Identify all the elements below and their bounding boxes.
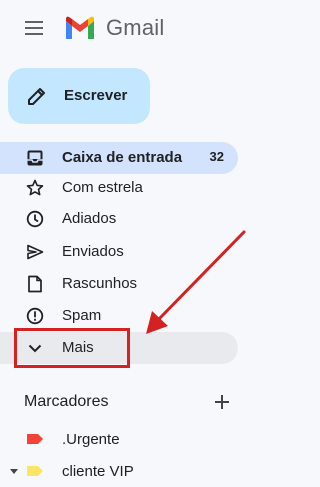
nav-item-snoozed[interactable]: Adiados — [0, 203, 238, 235]
nav-item-label: Caixa de entrada — [62, 149, 183, 166]
nav-item-sent[interactable]: Enviados — [0, 236, 238, 268]
add-label-icon[interactable] — [212, 392, 232, 412]
inbox-icon — [27, 150, 43, 166]
label-tag-icon — [27, 434, 43, 444]
nav-item-inbox[interactable]: Caixa de entrada 32 — [0, 142, 238, 174]
nav-item-label: Enviados — [62, 243, 124, 260]
label-tag-icon — [27, 466, 43, 476]
nav-item-starred[interactable]: Com estrela — [0, 172, 238, 204]
labels-heading: Marcadores — [24, 393, 109, 410]
compose-label: Escrever — [64, 87, 128, 104]
gmail-logo-icon[interactable] — [64, 15, 96, 41]
hamburger-menu-icon[interactable] — [24, 18, 44, 38]
send-icon — [27, 244, 44, 260]
nav-item-label: Com estrela — [62, 179, 143, 196]
label-item-label: cliente VIP — [62, 463, 134, 480]
draft-icon — [28, 275, 42, 293]
label-item-label: .Urgente — [62, 431, 120, 448]
nav-item-label: Adiados — [62, 210, 117, 227]
label-tag-shape — [27, 434, 43, 444]
label-item-urgente[interactable]: .Urgente — [0, 425, 238, 455]
spam-icon — [26, 307, 44, 325]
unread-count-badge: 32 — [209, 149, 224, 164]
nav-item-spam[interactable]: Spam — [0, 300, 238, 332]
clock-icon — [26, 210, 44, 228]
pencil-icon — [28, 88, 45, 105]
nav-item-label: Mais — [62, 339, 94, 356]
app-header: Gmail — [0, 0, 252, 60]
nav-item-more[interactable]: Mais — [0, 332, 238, 364]
chevron-down-icon — [28, 344, 42, 353]
label-tag-shape — [27, 466, 43, 476]
star-icon — [26, 179, 44, 196]
compose-button[interactable]: Escrever — [8, 68, 150, 124]
nav-item-label: Rascunhos — [62, 275, 138, 292]
nav-item-label: Spam — [62, 307, 102, 324]
label-item-cliente-vip[interactable]: cliente VIP — [0, 457, 238, 487]
caret-down-icon[interactable] — [10, 469, 18, 474]
nav-item-drafts[interactable]: Rascunhos — [0, 268, 238, 300]
app-name: Gmail — [106, 15, 165, 40]
labels-section-header: Marcadores — [0, 388, 252, 416]
